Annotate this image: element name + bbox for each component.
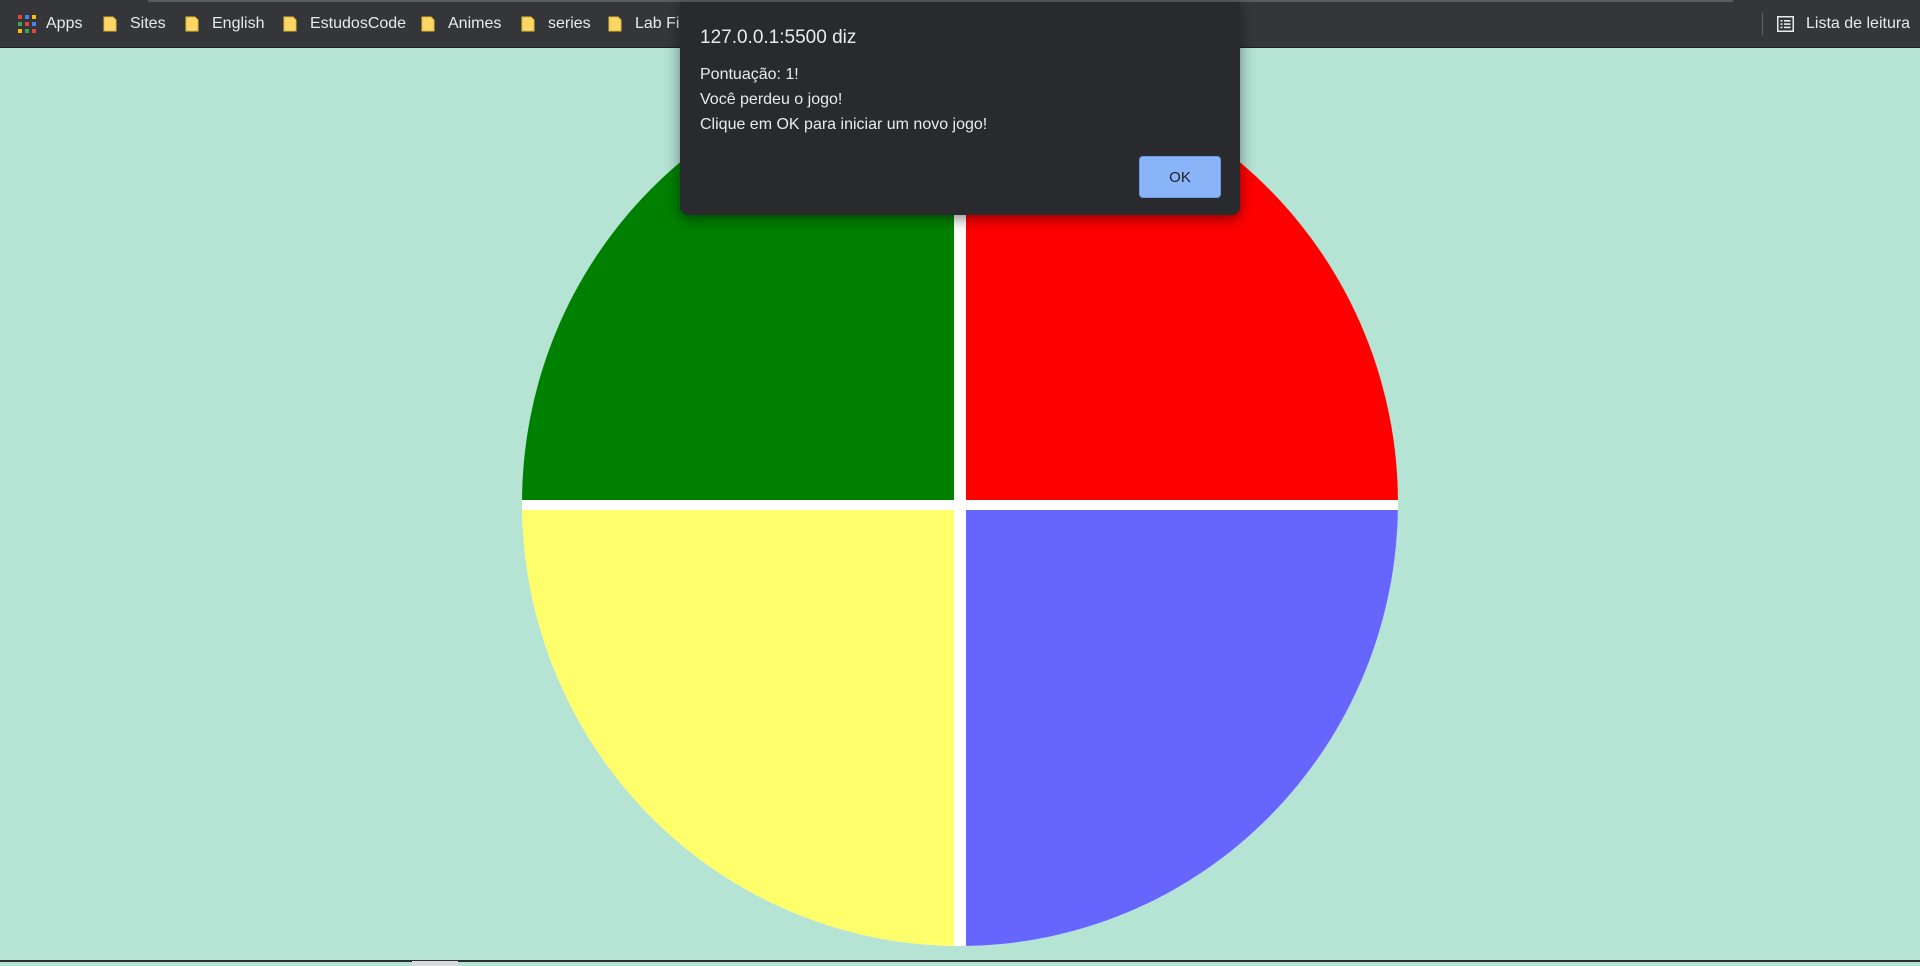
ok-button[interactable]: OK: [1139, 156, 1221, 198]
bookmark-label: English: [212, 15, 265, 32]
reading-list-button[interactable]: Lista de leitura: [1777, 13, 1910, 35]
bookmark-label: Animes: [448, 15, 502, 32]
quadrant-yellow[interactable]: [522, 510, 954, 946]
dialog-title: 127.0.0.1:5500 diz: [700, 27, 857, 48]
folder-icon: [421, 16, 435, 32]
dialog-lost-text: Você perdeu o jogo!: [700, 91, 843, 108]
folder-icon: [283, 16, 297, 32]
dialog-instruction-text: Clique em OK para iniciar um novo jogo!: [700, 116, 988, 133]
bookmark-lab-fis[interactable]: Lab Fis: [608, 13, 687, 35]
horizontal-scrollbar-thumb[interactable]: [412, 961, 458, 966]
bookmark-animes[interactable]: Animes: [421, 13, 501, 35]
bookmark-label: Apps: [46, 15, 83, 32]
folder-icon: [608, 16, 622, 32]
folder-icon: [521, 16, 535, 32]
bookmark-label: EstudosCode: [310, 15, 407, 32]
folder-icon: [185, 16, 199, 32]
apps-grid-icon: [18, 15, 36, 33]
bookmark-label: Sites: [130, 15, 166, 32]
alert-dialog: 127.0.0.1:5500 diz Pontuação: 1! Você pe…: [680, 2, 1240, 215]
folder-icon: [103, 16, 117, 32]
quadrant-blue[interactable]: [966, 510, 1398, 946]
window-bottom-edge: [0, 960, 1920, 962]
dialog-score-text: Pontuação: 1!: [700, 66, 799, 83]
bookmark-label: series: [548, 15, 591, 32]
bookmarks-divider: [1762, 13, 1763, 35]
reading-list-icon: [1777, 16, 1794, 32]
reading-list-label: Lista de leitura: [1806, 15, 1911, 32]
bookmark-english[interactable]: English: [185, 13, 264, 35]
bookmark-estudoscode[interactable]: EstudosCode: [283, 13, 406, 35]
bookmark-sites[interactable]: Sites: [103, 13, 166, 35]
bookmark-apps[interactable]: Apps: [18, 13, 82, 35]
bookmark-series[interactable]: series: [521, 13, 591, 35]
